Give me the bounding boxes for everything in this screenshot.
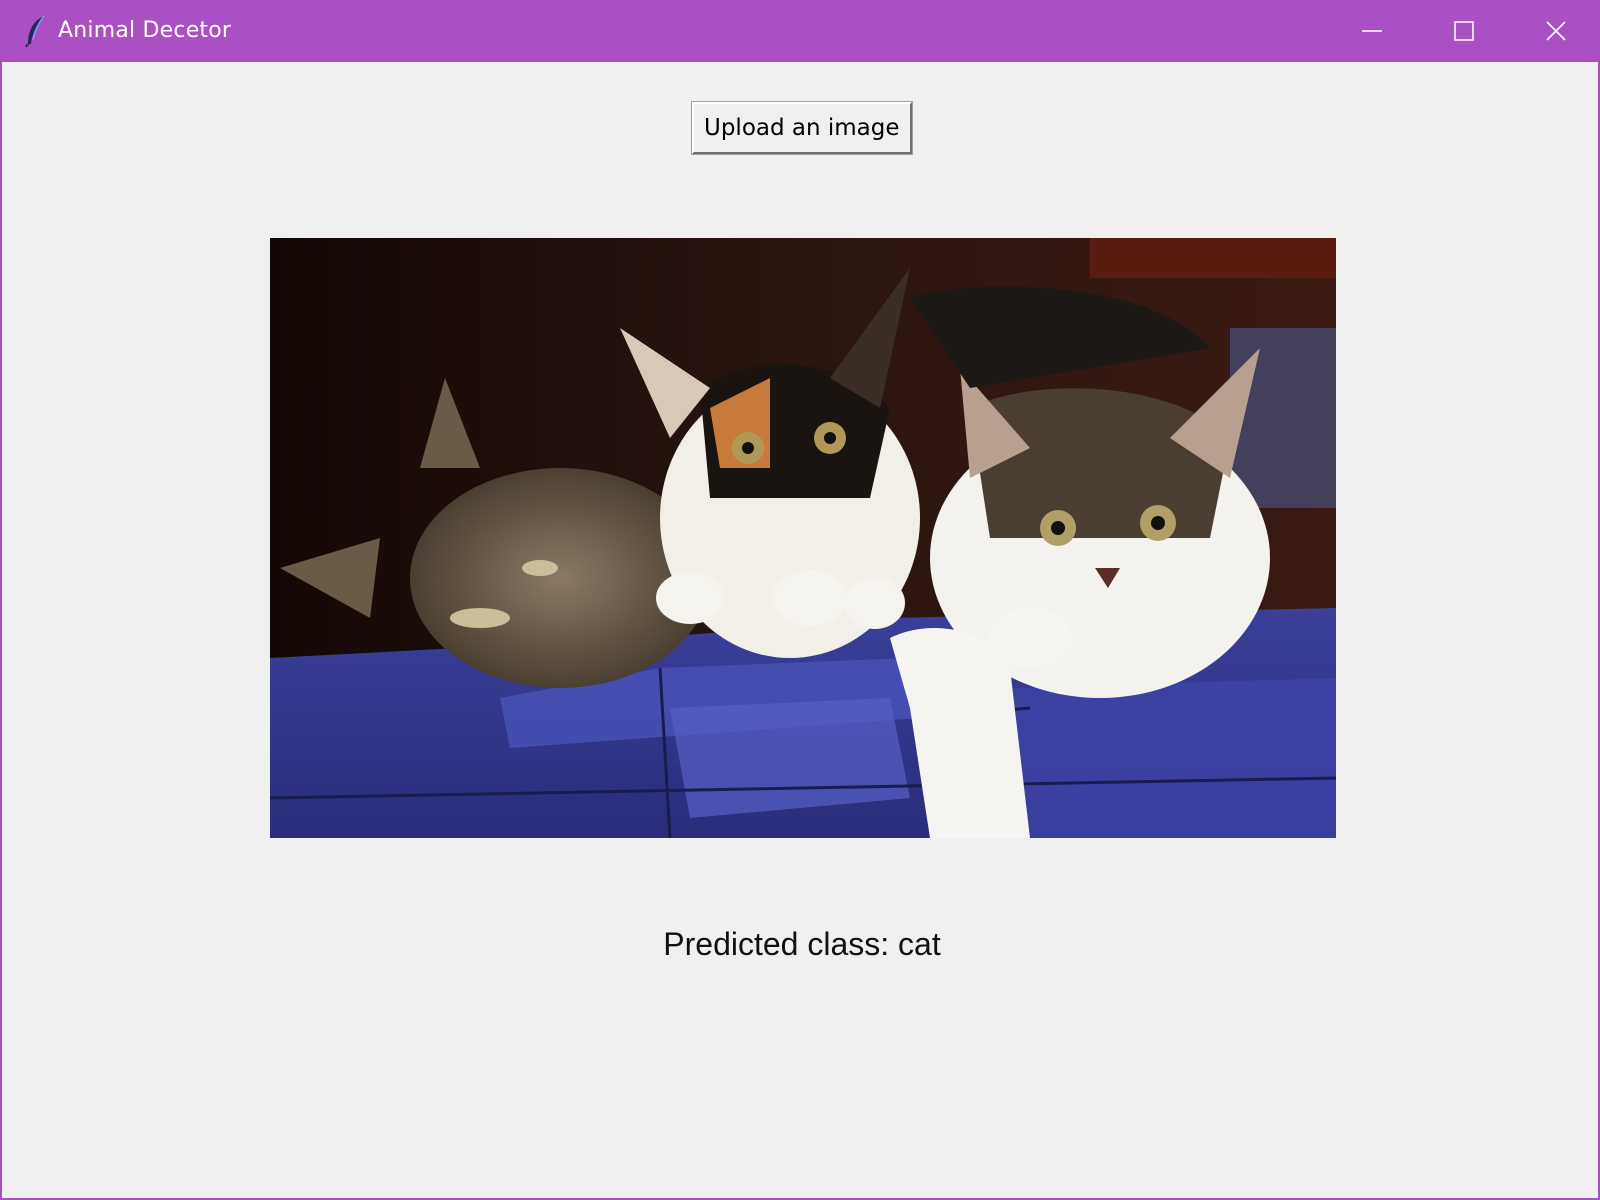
client-area: Upload an image Predicted class: cat — [2, 62, 1598, 1198]
close-button[interactable] — [1510, 0, 1598, 62]
minimize-icon — [1361, 20, 1383, 42]
prediction-label: Predicted class: cat — [663, 926, 941, 962]
feather-icon — [22, 14, 50, 48]
app-window: Animal Decetor Upload an image Predicted… — [0, 0, 1600, 1200]
close-icon — [1545, 20, 1567, 42]
maximize-button[interactable] — [1418, 0, 1510, 62]
window-title: Animal Decetor — [58, 18, 232, 43]
upload-image-button[interactable]: Upload an image — [691, 101, 913, 155]
maximize-icon — [1453, 20, 1475, 42]
uploaded-image — [270, 238, 1336, 838]
minimize-button[interactable] — [1326, 0, 1418, 62]
title-bar[interactable]: Animal Decetor — [2, 0, 1598, 62]
